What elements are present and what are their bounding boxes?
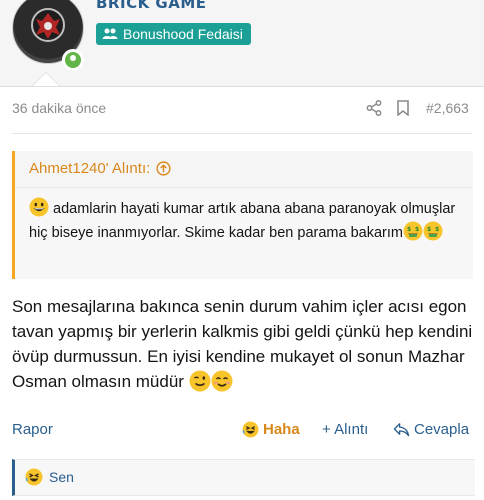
online-status-icon [62, 49, 84, 71]
svg-text:$: $ [407, 226, 411, 233]
quote-button[interactable]: + Alıntı [322, 421, 368, 438]
reactions-text: Sen [49, 469, 74, 485]
bubble-pointer [32, 72, 60, 86]
svg-text:$: $ [435, 226, 439, 233]
divider [12, 133, 472, 134]
reply-button[interactable]: Cevapla [393, 421, 469, 438]
post-number[interactable]: #2,663 [426, 100, 469, 116]
quote-author-label: Ahmet1240' Alıntı: [29, 160, 151, 177]
quote-text: adamlarin hayati kumar artık abana abana… [29, 201, 456, 241]
group-icon [102, 28, 118, 39]
haha-button[interactable]: Haha [242, 421, 300, 438]
rank-badge: Bonushood Fedaisi [96, 23, 251, 45]
reply-label: Cevapla [414, 421, 470, 438]
svg-text:$: $ [427, 226, 431, 233]
post-meta: 36 dakika önce #2,663 [12, 100, 472, 120]
message-text: Son mesajlarına bakınca senin durum vahi… [12, 297, 473, 391]
reply-arrow-icon [393, 423, 410, 437]
money-mouth-face-icon: $ $ [403, 221, 423, 241]
quote-header[interactable]: Ahmet1240' Alıntı: [15, 151, 473, 188]
quote-body: adamlarin hayati kumar artık abana abana… [29, 197, 459, 245]
reactions-bar[interactable]: Sen [12, 459, 475, 496]
svg-text:$: $ [415, 226, 419, 233]
rank-badge-label: Bonushood Fedaisi [123, 26, 243, 42]
winking-face-icon [189, 370, 211, 392]
haha-label: Haha [263, 421, 300, 438]
post-actions: Rapor Haha + Alıntı Cevapla [12, 421, 474, 441]
post-message: Son mesajlarına bakınca senin durum vahi… [12, 294, 474, 394]
post-time[interactable]: 36 dakika önce [12, 100, 106, 116]
laughing-face-icon [242, 421, 259, 438]
smiling-face-icon [211, 370, 233, 392]
username[interactable]: BRICK GAME [96, 0, 207, 12]
bookmark-icon[interactable] [396, 100, 410, 116]
report-button[interactable]: Rapor [12, 421, 53, 438]
laughing-face-icon [25, 468, 43, 486]
grinning-face-icon [29, 197, 49, 217]
emblem-icon [31, 8, 65, 42]
quote-block: Ahmet1240' Alıntı: adamlarin hayati kuma… [12, 151, 473, 279]
author-header: BRICK GAME Bonushood Fedaisi [0, 0, 484, 87]
share-icon[interactable] [366, 100, 382, 116]
arrow-up-icon [156, 161, 171, 176]
quote-title[interactable]: Ahmet1240' Alıntı: [29, 160, 171, 177]
reactions-summary: Sen [25, 468, 74, 486]
money-mouth-face-icon: $ $ [423, 221, 443, 241]
